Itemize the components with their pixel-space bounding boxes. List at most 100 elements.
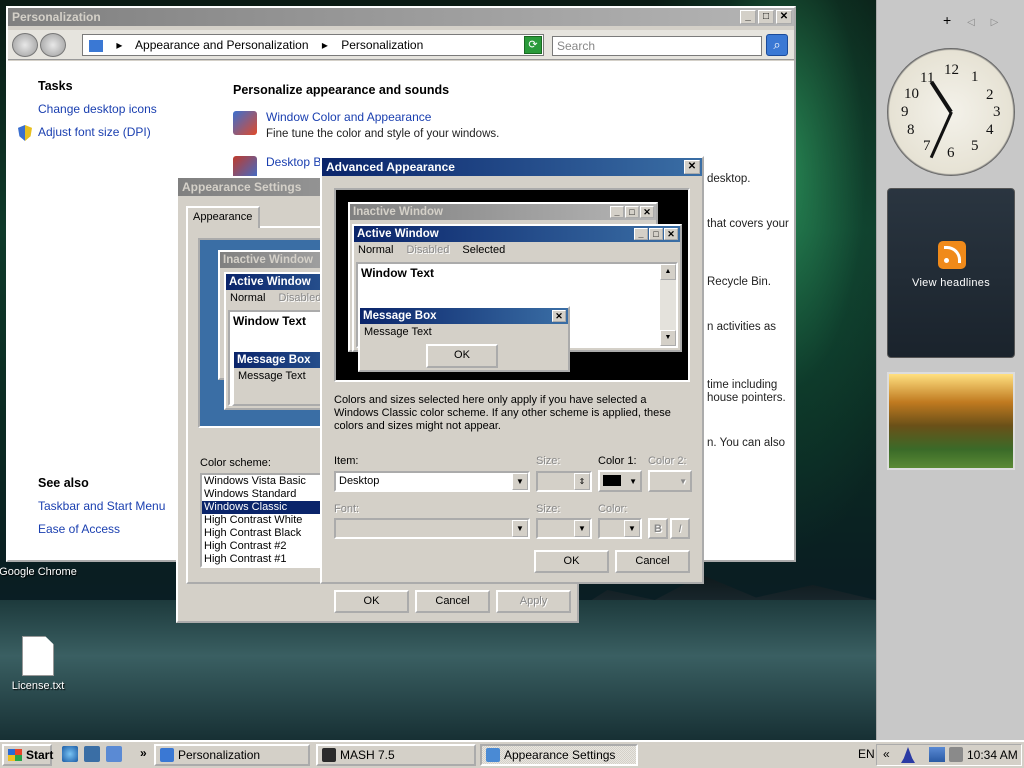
color2-button[interactable]: ▼ <box>648 470 692 492</box>
see-also-ease-of-access[interactable]: Ease of Access <box>38 522 120 536</box>
quicklaunch-overflow[interactable]: » <box>140 746 147 760</box>
cancel-button[interactable]: Cancel <box>615 550 690 573</box>
ok-button[interactable]: OK <box>334 590 409 613</box>
chevron-down-icon[interactable]: ▸ <box>116 38 122 52</box>
preview-ok-button[interactable]: OK <box>426 344 498 368</box>
preview-message-box[interactable]: Message Box ✕ Message Text OK <box>358 306 570 372</box>
refresh-icon[interactable]: ⟳ <box>524 36 542 54</box>
close-button[interactable]: ✕ <box>776 10 792 24</box>
task-change-desktop-icons[interactable]: Change desktop icons <box>38 102 157 116</box>
desktop-background-link[interactable]: Desktop Ba <box>266 155 328 169</box>
scheme-option[interactable]: Windows Standard <box>202 488 328 501</box>
taskbar-button-appearance-settings[interactable]: Appearance Settings <box>480 744 638 766</box>
font-size-select[interactable]: ▼ <box>536 518 592 539</box>
minimize-button[interactable]: _ <box>740 10 756 24</box>
maximize-icon: □ <box>649 228 663 240</box>
apply-button[interactable]: Apply <box>496 590 571 613</box>
see-also-taskbar[interactable]: Taskbar and Start Menu <box>38 499 165 513</box>
search-icon[interactable]: ⌕ <box>766 34 788 56</box>
previous-icon[interactable]: ◁ <box>967 17 975 28</box>
close-icon: ✕ <box>552 310 566 322</box>
preview-menu-disabled[interactable]: Disabled <box>407 244 450 256</box>
chevron-down-icon[interactable]: ▸ <box>322 38 328 52</box>
clock-gadget[interactable]: 12 1 2 3 4 5 6 7 8 9 10 11 <box>887 48 1015 176</box>
language-indicator[interactable]: EN <box>858 747 875 761</box>
network-icon[interactable] <box>929 747 945 762</box>
color1-button[interactable]: ▼ <box>598 470 642 492</box>
scheme-option-selected[interactable]: Windows Classic <box>202 501 328 514</box>
next-icon[interactable]: ▷ <box>991 17 999 28</box>
preview-menu[interactable]: Normal Disabled Selected <box>354 242 680 258</box>
color1-swatch <box>603 475 621 486</box>
volume-muted-icon[interactable] <box>949 747 963 762</box>
breadcrumb-item[interactable]: Personalization <box>341 38 423 52</box>
breadcrumb-item[interactable]: Appearance and Personalization <box>135 38 308 52</box>
preview-message-text[interactable]: Message Text <box>360 324 568 340</box>
advanced-preview[interactable]: Inactive Window _ □ ✕ Active Window _ □ … <box>334 188 690 382</box>
color-scheme-list[interactable]: Windows Vista Basic Windows Standard Win… <box>200 473 330 568</box>
personalization-titlebar[interactable]: Personalization _ □ ✕ <box>8 8 794 26</box>
italic-button[interactable]: I <box>670 518 690 539</box>
slideshow-gadget[interactable] <box>887 372 1015 470</box>
preview-menu-disabled: Disabled <box>278 292 322 304</box>
advanced-note: Colors and sizes selected here only appl… <box>334 394 671 432</box>
minimize-icon: _ <box>610 206 624 218</box>
clock-numeral: 7 <box>923 138 931 154</box>
desktop-icon-chrome[interactable]: Google Chrome <box>0 566 78 578</box>
scheme-option[interactable]: High Contrast #2 <box>202 540 328 553</box>
preview-message-title[interactable]: Message Box <box>363 310 551 322</box>
chevron-down-icon[interactable]: ▼ <box>574 520 590 537</box>
desktop-icon-label: Google Chrome <box>0 566 77 578</box>
sidebar-controls: + ◁ ▷ <box>943 12 1010 28</box>
spinner-arrows-icon[interactable]: ⇕ <box>574 473 590 490</box>
show-desktop-icon[interactable] <box>84 746 100 762</box>
font-color-select[interactable]: ▼ <box>598 518 642 539</box>
feed-headlines-gadget[interactable]: View headlines <box>887 188 1015 358</box>
size-spinner[interactable]: ⇕ <box>536 471 592 492</box>
start-button[interactable]: Start <box>2 744 53 766</box>
scheme-option[interactable]: High Contrast White <box>202 514 328 527</box>
clock-time[interactable]: 10:34 AM <box>967 748 1018 762</box>
taskbar-button-personalization[interactable]: Personalization <box>154 744 310 766</box>
scheme-option[interactable]: High Contrast #1 <box>202 553 328 566</box>
taskbar-button-label: Personalization <box>178 748 261 762</box>
internet-explorer-icon[interactable] <box>62 746 78 762</box>
desktop-icon-license[interactable]: License.txt <box>0 636 78 692</box>
font-select[interactable]: ▼ <box>334 518 530 539</box>
preview-menu-normal: Normal <box>230 292 266 304</box>
switch-windows-icon[interactable] <box>106 746 122 762</box>
close-button[interactable]: ✕ <box>684 160 700 174</box>
breadcrumb[interactable]: ▸ Appearance and Personalization ▸ Perso… <box>82 34 544 56</box>
preview-scrollbar[interactable]: ▲ ▼ <box>660 264 676 346</box>
item-select[interactable]: Desktop ▼ <box>334 471 530 492</box>
view-headlines-label[interactable]: View headlines <box>888 277 1014 289</box>
preview-menu-selected[interactable]: Selected <box>462 244 505 256</box>
window-color-link[interactable]: Window Color and Appearance <box>266 110 431 124</box>
add-gadget-icon[interactable]: + <box>943 12 951 28</box>
task-adjust-font-size[interactable]: Adjust font size (DPI) <box>38 125 151 139</box>
preview-menu-normal[interactable]: Normal <box>358 244 393 256</box>
preview-active-title[interactable]: Active Window <box>357 228 633 240</box>
clock-numeral: 10 <box>904 86 919 102</box>
chevron-down-icon[interactable]: ▼ <box>512 473 528 490</box>
preview-inactive-title[interactable]: Inactive Window <box>353 206 609 218</box>
chevron-down-icon[interactable]: ▼ <box>512 520 528 537</box>
tab-appearance[interactable]: Appearance <box>186 206 260 228</box>
cancel-button[interactable]: Cancel <box>415 590 490 613</box>
scheme-option[interactable]: Windows Vista Basic <box>202 475 328 488</box>
scroll-up-icon: ▲ <box>660 264 676 280</box>
search-input[interactable]: Search <box>552 36 762 56</box>
tasks-heading: Tasks <box>38 79 73 93</box>
advanced-appearance-titlebar[interactable]: Advanced Appearance ✕ <box>322 158 702 176</box>
wizard-icon[interactable] <box>901 747 915 763</box>
tray-expand[interactable]: « <box>883 747 890 761</box>
ok-button[interactable]: OK <box>534 550 609 573</box>
chevron-down-icon[interactable]: ▼ <box>624 520 640 537</box>
taskbar-button-mash[interactable]: MASH 7.5 <box>316 744 476 766</box>
back-button[interactable] <box>12 33 38 57</box>
maximize-button[interactable]: □ <box>758 10 774 24</box>
control-panel-icon[interactable] <box>89 39 103 52</box>
bold-button[interactable]: B <box>648 518 668 539</box>
forward-button[interactable] <box>40 33 66 57</box>
scheme-option[interactable]: High Contrast Black <box>202 527 328 540</box>
